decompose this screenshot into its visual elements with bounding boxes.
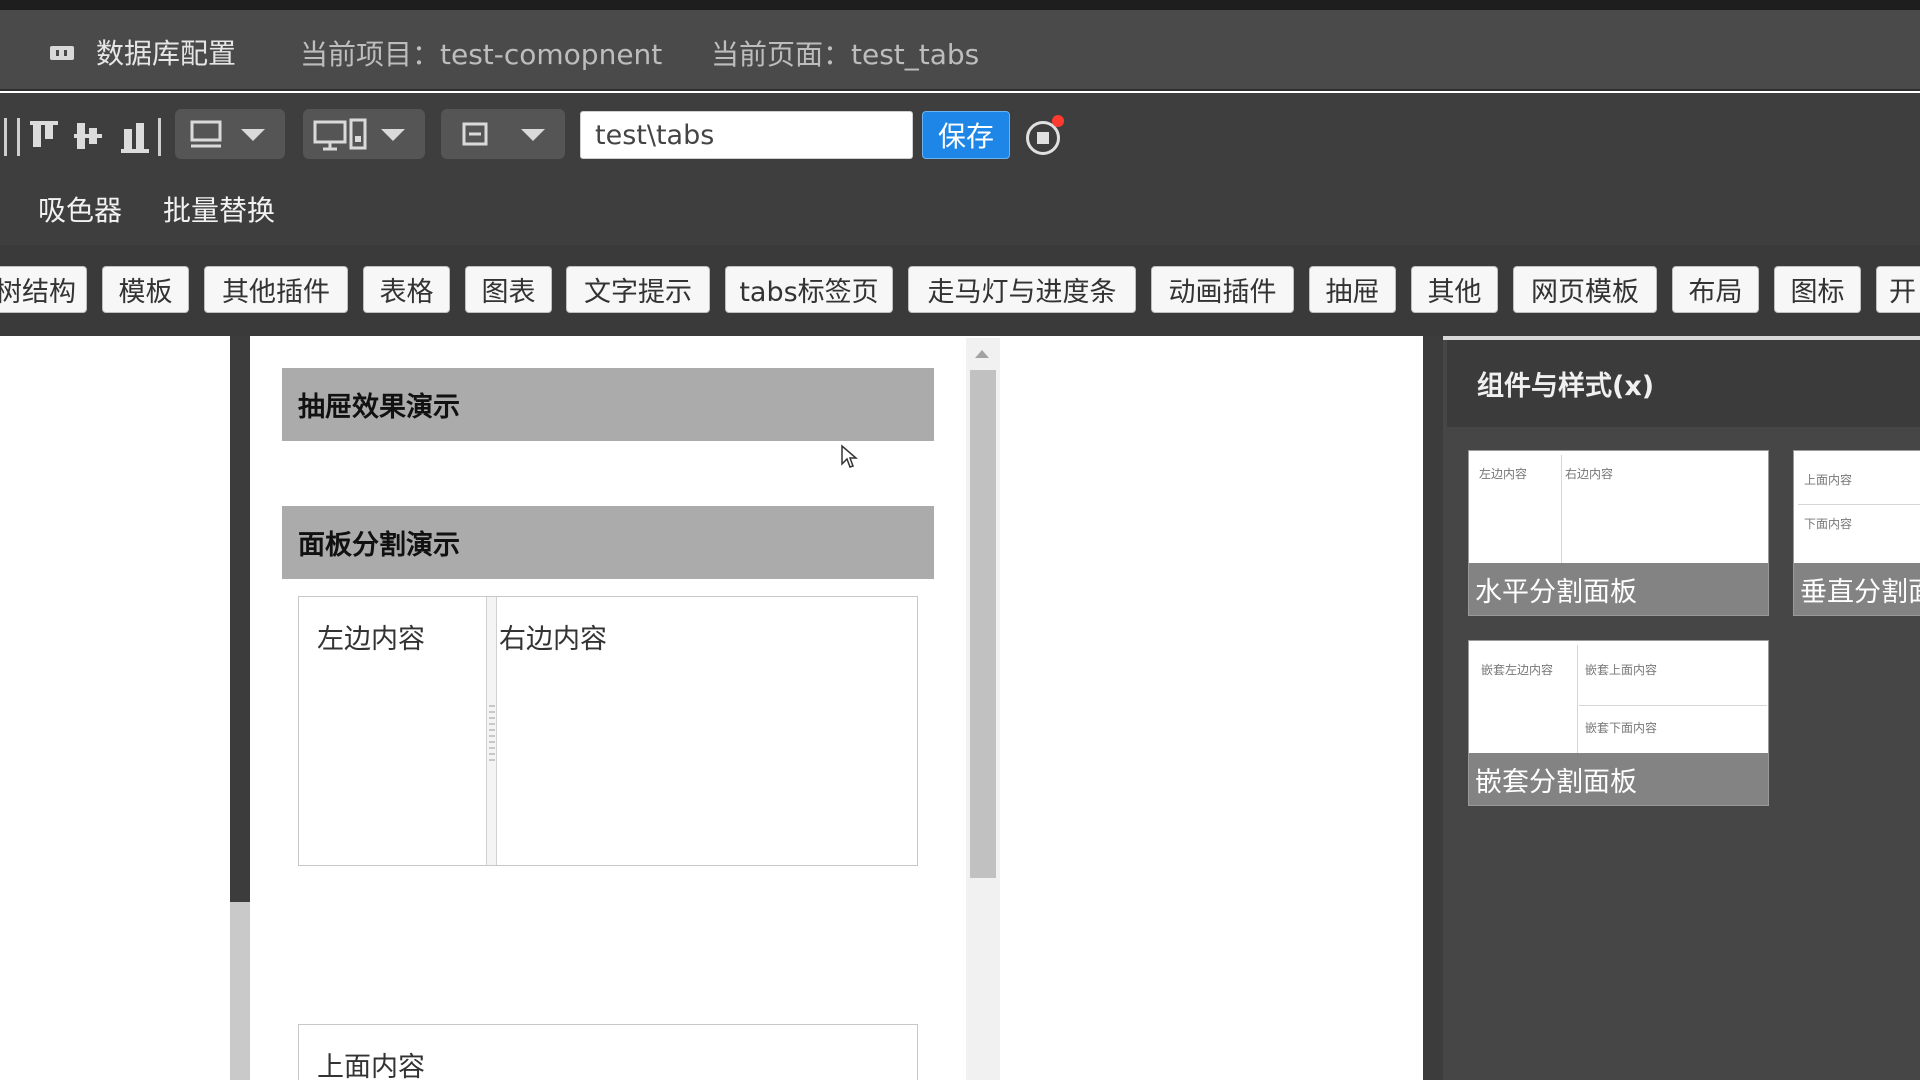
panel-split-header[interactable]: 面板分割演示 <box>282 506 934 579</box>
fit-dropdown[interactable] <box>441 109 565 159</box>
canvas-gutter-scroll[interactable] <box>230 902 250 1080</box>
page-path-input[interactable] <box>580 111 913 159</box>
left-content-text: 左边内容 <box>317 624 425 655</box>
chevron-down-icon <box>381 129 405 141</box>
category-tab[interactable]: 网页模板 <box>1513 266 1657 313</box>
align-bottom-icon[interactable] <box>121 121 151 153</box>
align-center-icon[interactable] <box>74 121 104 153</box>
save-button[interactable]: 保存 <box>922 111 1010 159</box>
drawer-demo-header[interactable]: 抽屉效果演示 <box>282 368 934 441</box>
category-tab[interactable]: 动画插件 <box>1151 266 1294 313</box>
component-card-horizontal-split[interactable]: 左边内容 右边内容 水平分割面板 <box>1468 450 1769 616</box>
scroll-up-arrow-icon[interactable] <box>975 350 989 358</box>
record-icon[interactable] <box>1026 115 1064 155</box>
component-caption: 水平分割面板 <box>1469 563 1768 615</box>
right-content-text: 右边内容 <box>499 624 607 655</box>
category-tab[interactable]: 其他插件 <box>204 266 348 313</box>
panel-divider <box>1423 336 1443 1080</box>
component-caption: 垂直分割面板 <box>1794 563 1920 615</box>
category-tab[interactable]: 走马灯与进度条 <box>908 266 1136 313</box>
database-icon[interactable] <box>50 46 74 60</box>
header-bar: 数据库配置 当前项目：test-comopnent 当前页面：test_tabs <box>0 10 1920 91</box>
batch-replace-button[interactable]: 批量替换 <box>163 189 275 229</box>
category-tab[interactable]: 布局 <box>1672 266 1759 313</box>
category-tab[interactable]: 模板 <box>102 266 189 313</box>
category-tab[interactable]: 树结构 <box>0 266 87 313</box>
toolbar-separator <box>4 118 7 156</box>
split-drag-handle[interactable] <box>487 597 497 865</box>
db-config-link[interactable]: 数据库配置 <box>96 32 236 72</box>
category-tab[interactable]: 抽屉 <box>1309 266 1396 313</box>
component-caption: 嵌套分割面板 <box>1469 753 1768 805</box>
top-content-text: 上面内容 <box>317 1052 425 1080</box>
layout-dropdown[interactable] <box>175 109 285 159</box>
window-top-edge <box>0 0 1920 10</box>
current-project-label: 当前项目：test-comopnent <box>300 38 663 71</box>
vertical-split-panel: 上面内容 <box>298 1024 918 1080</box>
category-tab[interactable]: 图表 <box>465 266 552 313</box>
component-card-nested-split[interactable]: 嵌套左边内容 嵌套上面内容 嵌套下面内容 嵌套分割面板 <box>1468 640 1769 806</box>
left-blank-area <box>0 336 230 1080</box>
chevron-down-icon <box>241 129 265 141</box>
category-tab[interactable]: tabs标签页 <box>725 266 893 313</box>
fit-icon <box>462 122 488 146</box>
align-top-icon[interactable] <box>30 121 60 153</box>
category-tab[interactable]: 表格 <box>363 266 450 313</box>
horizontal-split-panel: 左边内容 右边内容 <box>298 596 918 866</box>
layout-icon <box>190 120 222 148</box>
device-dropdown[interactable] <box>303 109 425 159</box>
category-tab[interactable]: 其他 <box>1411 266 1498 313</box>
notification-dot <box>1052 115 1064 127</box>
component-card-vertical-split[interactable]: 上面内容 下面内容 垂直分割面板 <box>1793 450 1920 616</box>
category-tab[interactable]: 图标 <box>1774 266 1861 313</box>
device-icon <box>313 118 367 151</box>
current-page-label: 当前页面：test_tabs <box>711 38 980 71</box>
toolbar-separator <box>17 118 20 156</box>
color-picker-button[interactable]: 吸色器 <box>38 189 122 229</box>
chevron-down-icon <box>521 129 545 141</box>
canvas-gutter <box>230 336 250 902</box>
category-tab[interactable]: 开 <box>1876 266 1920 313</box>
mouse-cursor-icon <box>841 444 858 468</box>
category-tab[interactable]: 文字提示 <box>566 266 710 313</box>
scrollbar-thumb[interactable] <box>970 370 996 878</box>
panel-title: 组件与样式(x) <box>1447 340 1920 427</box>
toolbar-separator <box>158 118 161 156</box>
